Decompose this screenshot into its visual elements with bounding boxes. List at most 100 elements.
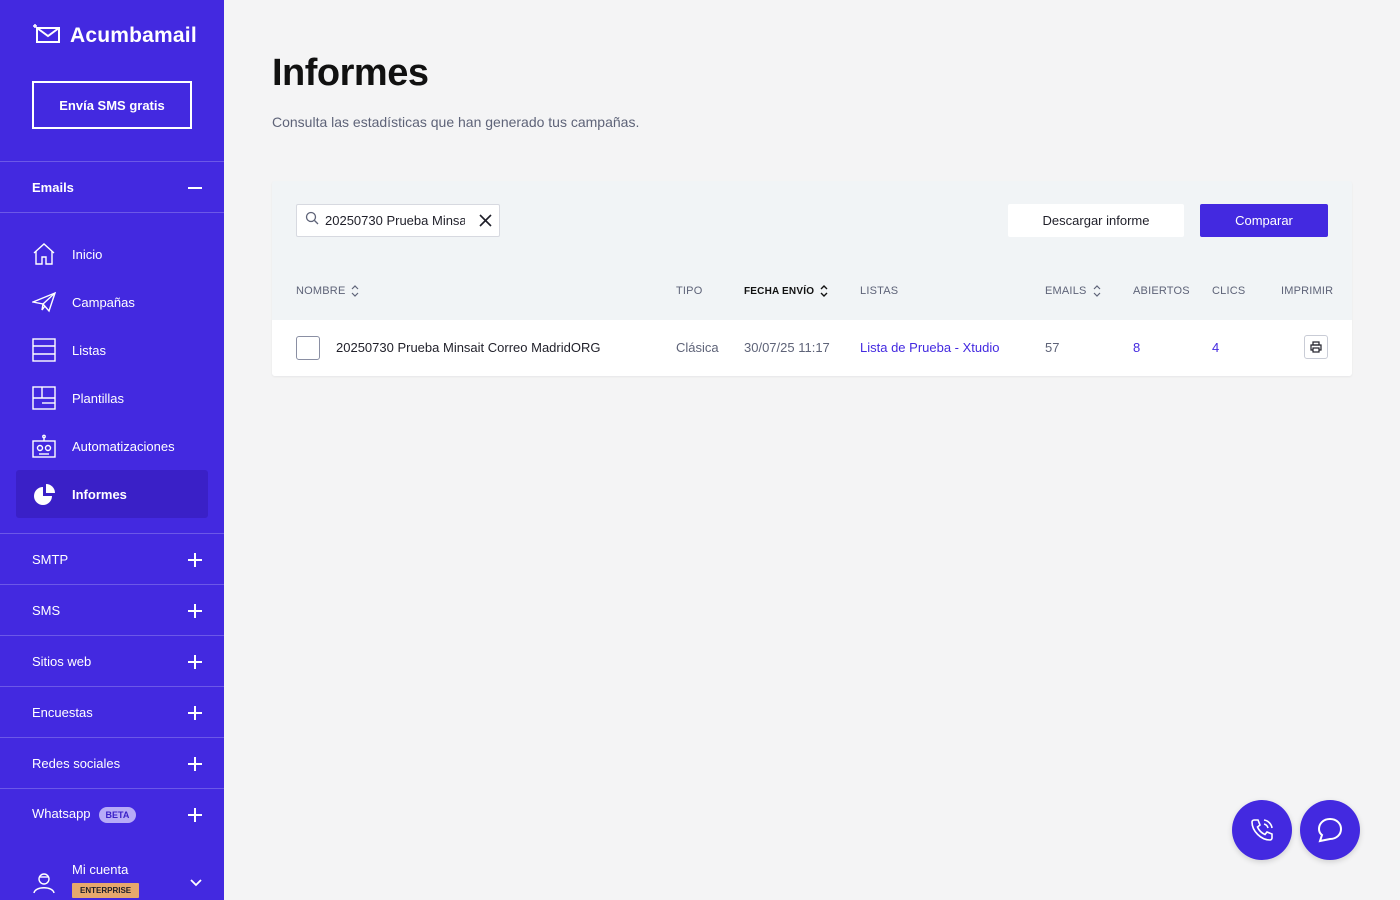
list-link[interactable]: Lista de Prueba - Xtudio xyxy=(860,340,999,355)
sidebar-item-label: Campañas xyxy=(72,294,135,310)
expand-plus-icon[interactable] xyxy=(188,705,202,720)
section-smtp[interactable]: SMTP xyxy=(32,552,202,567)
column-header-label: IMPRIMIR xyxy=(1281,285,1334,297)
chevron-down-icon[interactable] xyxy=(190,874,202,892)
compare-button[interactable]: Comparar xyxy=(1200,204,1328,237)
section-label: Redes sociales xyxy=(32,756,121,771)
divider xyxy=(0,212,224,213)
sidebar-item-automatizaciones[interactable]: Automatizaciones xyxy=(16,422,208,470)
sidebar-item-inicio[interactable]: Inicio xyxy=(16,230,208,278)
table-row[interactable]: 20250730 Prueba Minsait Correo MadridORG… xyxy=(272,320,1352,376)
campaign-type: Clásica xyxy=(676,340,719,355)
sidebar-item-campanas[interactable]: Campañas xyxy=(16,278,208,326)
column-header-emails[interactable]: EMAILS xyxy=(1045,285,1101,297)
section-whatsapp[interactable]: Whatsapp BETA xyxy=(32,806,202,823)
column-header-name[interactable]: NOMBRE xyxy=(296,285,359,297)
call-button[interactable] xyxy=(1232,800,1292,860)
opened-count[interactable]: 8 xyxy=(1133,340,1140,355)
envelope-logo-icon xyxy=(32,22,62,49)
list-icon xyxy=(32,338,56,362)
plan-badge: ENTERPRISE xyxy=(72,883,140,898)
sidebar: Acumbamail Envía SMS gratis Emails Inici… xyxy=(0,0,224,900)
sidebar-item-listas[interactable]: Listas xyxy=(16,326,208,374)
account-info: Mi cuenta ENTERPRISE xyxy=(72,862,140,898)
sidebar-item-label: Listas xyxy=(72,342,106,358)
column-header-label: ABIERTOS xyxy=(1133,285,1190,297)
column-header-label: LISTAS xyxy=(860,285,899,297)
sort-icon xyxy=(820,285,828,297)
sidebar-item-label: Inicio xyxy=(72,246,103,262)
template-icon xyxy=(32,386,56,410)
page-subtitle: Consulta las estadísticas que han genera… xyxy=(272,114,640,130)
download-report-button[interactable]: Descargar informe xyxy=(1008,204,1184,237)
sidebar-item-informes[interactable]: Informes xyxy=(16,470,208,518)
column-header-lists: LISTAS xyxy=(860,285,898,297)
logo[interactable]: Acumbamail xyxy=(32,22,197,49)
column-header-clicks: CLICS xyxy=(1212,285,1245,297)
sidebar-item-label: Automatizaciones xyxy=(72,438,175,454)
campaign-name[interactable]: 20250730 Prueba Minsait Correo MadridORG xyxy=(336,340,600,355)
collapse-minus-icon[interactable] xyxy=(188,181,202,195)
section-emails[interactable]: Emails xyxy=(32,180,202,195)
home-icon xyxy=(32,242,56,266)
reports-table-card: Descargar informe Comparar NOMBRE TIPO F… xyxy=(272,181,1352,376)
column-header-opened: ABIERTOS xyxy=(1133,285,1190,297)
column-header-label: NOMBRE xyxy=(296,285,346,297)
section-label: Sitios web xyxy=(32,654,92,669)
divider xyxy=(0,584,224,585)
column-header-label: TIPO xyxy=(676,285,703,297)
expand-plus-icon[interactable] xyxy=(188,756,202,771)
user-avatar-icon xyxy=(32,870,56,899)
search-icon xyxy=(305,211,319,230)
section-encuestas[interactable]: Encuestas xyxy=(32,705,202,720)
column-header-date[interactable]: FECHA ENVÍO xyxy=(744,285,828,297)
divider xyxy=(0,788,224,789)
column-header-print: IMPRIMIR xyxy=(1281,285,1333,297)
paper-plane-icon xyxy=(32,290,56,314)
section-redes-sociales[interactable]: Redes sociales xyxy=(32,756,202,771)
clear-search-icon[interactable] xyxy=(479,214,492,232)
search-box[interactable] xyxy=(296,204,500,237)
divider xyxy=(0,635,224,636)
app-name: Acumbamail xyxy=(70,23,197,47)
beta-badge: BETA xyxy=(98,807,137,823)
print-button[interactable] xyxy=(1304,335,1328,359)
send-sms-free-button[interactable]: Envía SMS gratis xyxy=(32,81,192,129)
divider xyxy=(0,161,224,162)
section-label: Encuestas xyxy=(32,705,93,720)
row-checkbox[interactable] xyxy=(296,336,320,360)
sort-icon xyxy=(1093,285,1100,297)
column-header-label: CLICS xyxy=(1212,285,1246,297)
column-header-label: EMAILS xyxy=(1045,285,1087,297)
expand-plus-icon[interactable] xyxy=(188,603,202,618)
robot-icon xyxy=(32,434,56,458)
search-input[interactable] xyxy=(325,213,465,228)
section-emails-label: Emails xyxy=(32,180,74,195)
expand-plus-icon[interactable] xyxy=(188,552,202,567)
sidebar-item-label: Plantillas xyxy=(72,390,125,406)
section-label: SMS xyxy=(32,603,61,618)
sidebar-item-plantillas[interactable]: Plantillas xyxy=(16,374,208,422)
section-whatsapp-label-group: Whatsapp BETA xyxy=(32,806,137,823)
sort-icon xyxy=(352,285,359,297)
account-label: Mi cuenta xyxy=(72,862,129,877)
phone-icon xyxy=(1251,819,1273,841)
account-menu[interactable]: Mi cuenta ENTERPRISE xyxy=(32,862,202,899)
chat-bubble-icon xyxy=(1317,817,1343,843)
section-sitios-web[interactable]: Sitios web xyxy=(32,654,202,669)
send-date: 30/07/25 11:17 xyxy=(744,340,830,355)
chat-button[interactable] xyxy=(1300,800,1360,860)
divider xyxy=(0,737,224,738)
column-header-label: FECHA ENVÍO xyxy=(744,285,815,297)
section-sms[interactable]: SMS xyxy=(32,603,202,618)
clicks-count[interactable]: 4 xyxy=(1212,340,1219,355)
expand-plus-icon[interactable] xyxy=(188,654,202,669)
expand-plus-icon[interactable] xyxy=(188,807,202,822)
divider xyxy=(0,533,224,534)
divider xyxy=(0,686,224,687)
emails-count: 57 xyxy=(1045,340,1060,355)
pie-chart-icon xyxy=(32,482,56,506)
sidebar-item-label: Informes xyxy=(72,486,127,502)
page-title: Informes xyxy=(272,52,429,94)
section-label: Whatsapp xyxy=(32,806,91,821)
